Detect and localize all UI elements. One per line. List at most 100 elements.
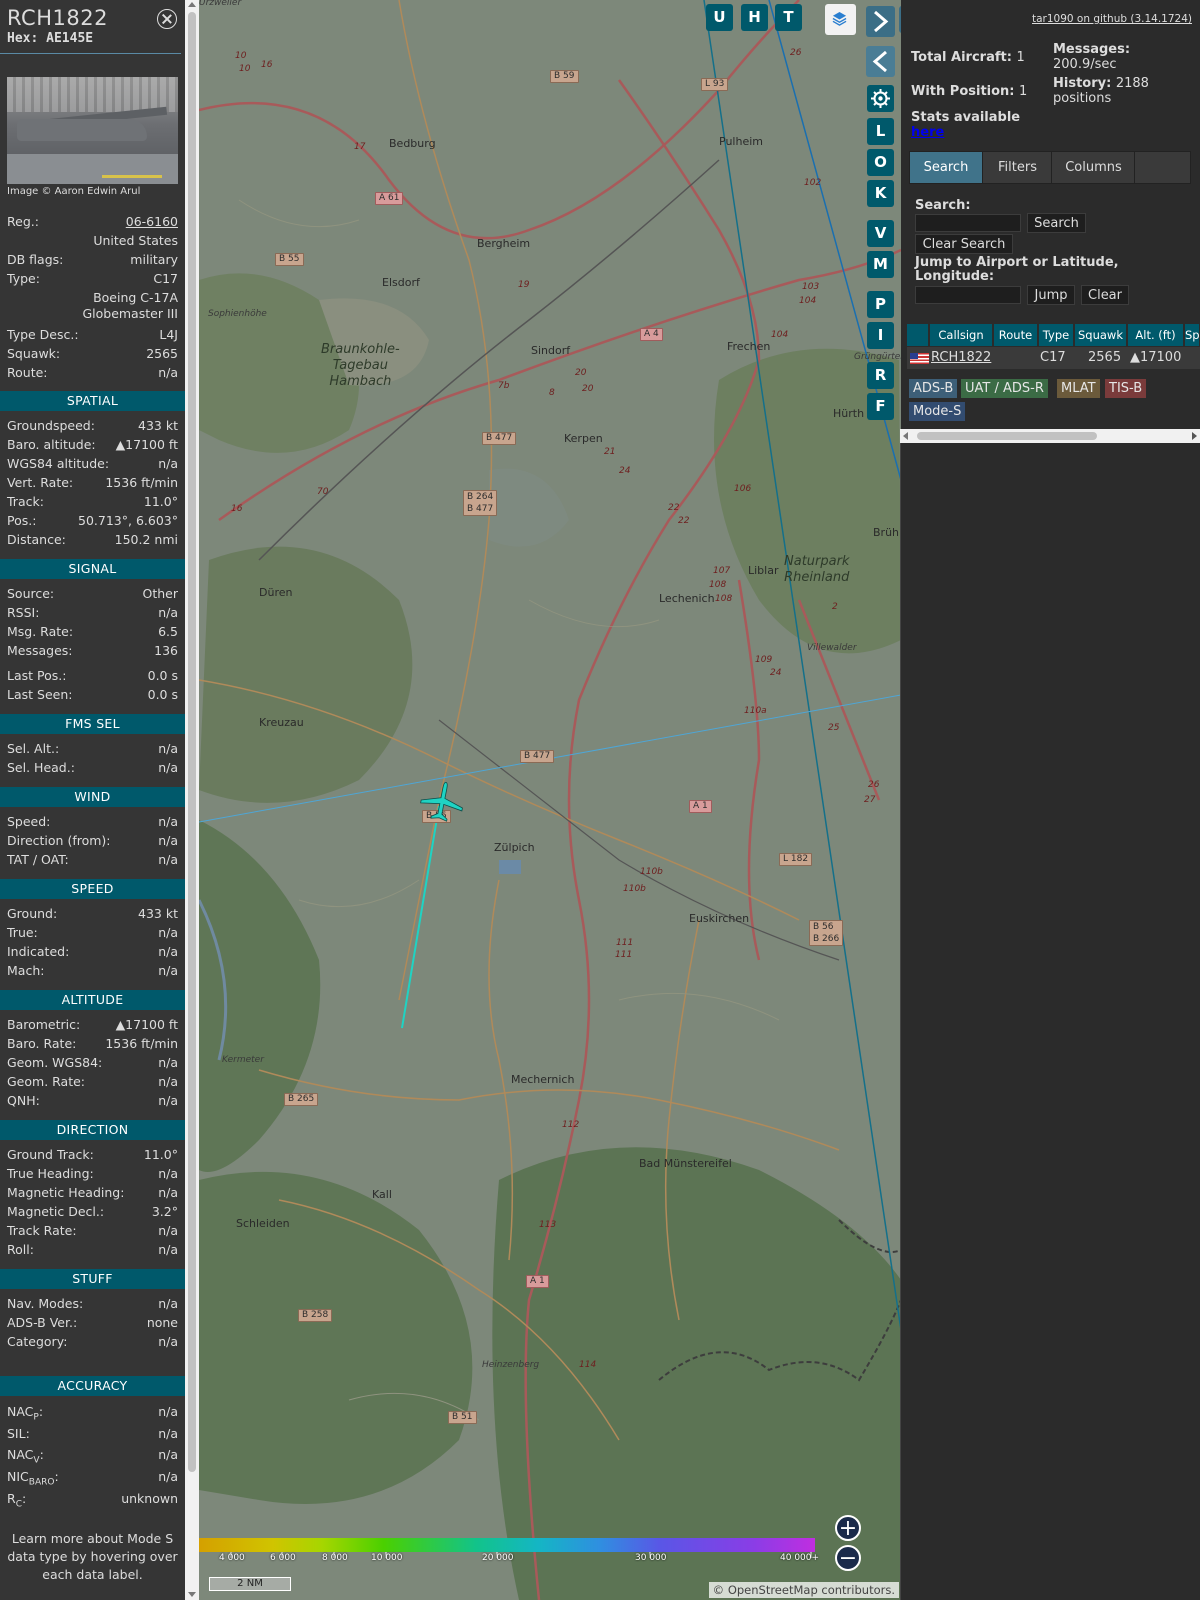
map-place: Kreuzau [259,716,304,729]
collapse-info-button[interactable] [866,46,895,77]
messages-rate: Messages: 200.9/sec [1053,42,1131,72]
road-shield: B 59 [550,70,579,83]
info-typedesc: Type Desc.: L4J [7,327,178,342]
layers-button[interactable] [825,4,856,35]
aircraft-photo[interactable] [7,77,178,184]
registration-link[interactable]: 06-6160 [126,214,178,229]
acc-nacv: NACV: n/a [7,1447,178,1466]
map-button-l[interactable]: L [867,118,894,145]
section-accuracy: ACCURACY [0,1376,185,1396]
map-place: Lechenich [659,592,715,605]
jump-button[interactable]: Jump [1027,285,1075,305]
column-header-squawk[interactable]: Squawk [1075,324,1127,346]
zoom-in-button[interactable]: + [835,1515,861,1541]
badge-modes: Mode-S [909,402,966,421]
road-shield: A 4 [640,328,663,341]
mode-s-note: Learn more about Mode S data type by hov… [7,1531,178,1582]
search-input[interactable] [915,214,1021,232]
expand-sidebar-button[interactable] [866,6,895,37]
close-icon[interactable] [157,9,177,29]
column-header-callsign[interactable]: Callsign [930,324,993,346]
dir-mag-heading: Magnetic Heading: n/a [7,1185,178,1200]
acc-sil: SIL: n/a [7,1426,178,1441]
table-row[interactable]: RCH1822 C17 2565 ▲17100 [907,347,1200,369]
signal-source: Source: Other [7,586,178,601]
info-dbflags: DB flags: military [7,252,178,267]
road-number: 10 [239,64,251,74]
alt-qnh: QNH: n/a [7,1093,178,1108]
badge-mlat: MLAT [1057,379,1100,398]
map-button-i[interactable]: I [867,322,894,349]
map-button-p[interactable]: P [867,291,894,318]
map-button-o[interactable]: O [867,149,894,176]
spatial-pos: Pos.: 50.713°, 6.603° [7,513,178,528]
acc-rc: RC: unknown [7,1491,178,1510]
map-button-h[interactable]: H [741,4,768,31]
signal-last-pos: Last Pos.: 0.0 s [7,668,178,683]
tab-filters[interactable]: Filters [984,152,1052,183]
aircraft-table-header: Callsign Route Type Squawk Alt. (ft) Sp [907,324,1200,346]
road-shield: B 51 [448,1411,477,1424]
flag-icon [910,353,929,364]
spatial-groundspeed: Groundspeed: 433 kt [7,418,178,433]
acc-nacp: NACP: n/a [7,1404,178,1423]
osm-link[interactable]: OpenStreetMap [728,1583,818,1597]
road-shield: B 477 [482,432,517,445]
road-number: 70 [317,487,329,497]
road-number: 110a [744,706,767,716]
photo-credit: Image © Aaron Edwin Arul [7,186,141,197]
alt-geom-rate: Geom. Rate: n/a [7,1074,178,1089]
color-legend-label: 8 000 [322,1553,348,1563]
fms-sel-head: Sel. Head.: n/a [7,760,178,775]
stats-link[interactable]: here [911,125,944,140]
info-route: Route: n/a [7,365,178,380]
map-button-u[interactable]: U [706,4,733,31]
map-area-label: Naturpark Rheinland [784,554,850,585]
map-place-small: Heinzenberg [482,1360,540,1370]
spatial-track: Track: 11.0° [7,494,178,509]
column-header-type[interactable]: Type [1039,324,1074,346]
search-button[interactable]: Search [1027,213,1086,233]
clear-search-button[interactable]: Clear Search [915,234,1013,254]
section-stuff: STUFF [0,1269,185,1289]
map-button-v[interactable]: V [867,220,894,247]
zoom-out-button[interactable]: − [835,1545,861,1571]
map-view[interactable]: Bedburg Pulheim Bergheim Elsdorf Sindorf… [199,0,901,1600]
road-number: 2 [832,602,838,612]
badge-adsb: ADS-B [909,379,958,398]
map-place: Mechernich [511,1073,575,1086]
info-squawk: Squawk: 2565 [7,346,178,361]
map-button-t[interactable]: T [775,4,802,31]
tab-columns[interactable]: Columns [1053,152,1135,183]
road-shield: L 93 [701,78,729,91]
row-squawk: 2565 [1088,350,1122,365]
column-header-flag[interactable] [907,324,929,346]
jump-label: Jump to Airport or Latitude, Longitude: [915,255,1119,284]
map-button-r[interactable]: R [867,362,894,389]
tab-search[interactable]: Search [910,152,983,183]
settings-button[interactable] [867,85,894,112]
jump-input[interactable] [915,286,1021,304]
clear-button[interactable]: Clear [1081,285,1129,305]
layers-icon [832,11,847,26]
map-place-small: Villewalder [807,643,857,653]
section-fms: FMS SEL [0,714,185,734]
column-header-altitude[interactable]: Alt. (ft) [1128,324,1184,346]
road-number: 104 [771,330,789,340]
map-place: Hürth [833,407,865,420]
column-header-speed[interactable]: Sp [1185,324,1200,346]
map-button-k[interactable]: K [867,180,894,207]
alt-baro-rate: Baro. Rate: 1536 ft/min [7,1036,178,1051]
map-button-m[interactable]: M [867,251,894,278]
map-place: Kall [372,1188,392,1201]
github-link[interactable]: tar1090 on github (3.14.1724) [1032,13,1192,25]
row-callsign[interactable]: RCH1822 [931,347,991,369]
sidebar-tabs: Search Filters Columns [909,151,1191,184]
map-button-f[interactable]: F [867,393,894,420]
map-place: Sindorf [531,344,571,357]
table-horizontal-scrollbar[interactable] [900,429,1200,443]
info-panel-scrollbar[interactable] [185,0,199,1600]
road-number: 103 [802,282,820,292]
aircraft-icon[interactable] [419,780,465,826]
column-header-route[interactable]: Route [994,324,1038,346]
